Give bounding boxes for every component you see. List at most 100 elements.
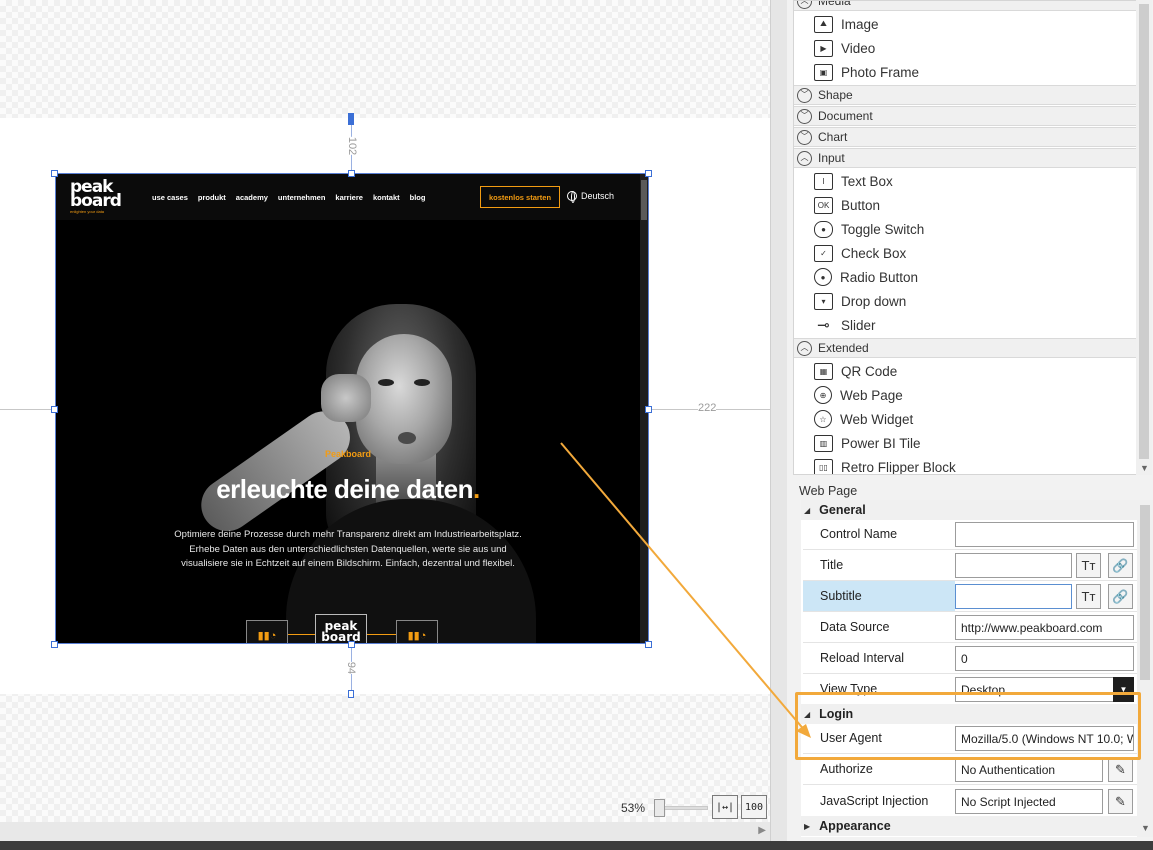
row-authorize: Authorize No Authentication ✎	[803, 754, 1137, 785]
toolbox-item-web-widget[interactable]: ☆ Web Widget	[814, 407, 913, 431]
reload-interval-input[interactable]: 0	[955, 646, 1134, 671]
resize-handle-n[interactable]	[348, 170, 355, 177]
resize-handle-se[interactable]	[645, 641, 652, 648]
category-input[interactable]: ︿ Input	[794, 148, 1136, 168]
image-icon: ⛰	[814, 15, 833, 33]
zoom-100-button[interactable]: 100	[741, 795, 767, 819]
collapse-triangle-icon: ◢	[804, 505, 811, 515]
nav-link-blog[interactable]: blog	[410, 193, 426, 202]
canvas-horizontal-scrollbar[interactable]: ▶	[0, 822, 770, 841]
properties-scrollbar[interactable]: ▼	[1137, 500, 1153, 837]
toolbox-item-button[interactable]: OK Button	[814, 193, 880, 217]
status-bar	[0, 841, 1153, 850]
toolbox-item-power-bi-tile[interactable]: ▥ Power BI Tile	[814, 431, 921, 455]
zoom-slider-thumb[interactable]	[654, 799, 665, 817]
properties-scrollbar-thumb[interactable]	[1140, 505, 1150, 680]
user-agent-input[interactable]: Mozilla/5.0 (Windows NT 10.0; Win64; x64…	[955, 726, 1134, 751]
title-input[interactable]	[955, 553, 1072, 578]
toolbox-item-image[interactable]: ⛰ Image	[814, 12, 879, 36]
nav-link-produkt[interactable]: produkt	[198, 193, 226, 202]
resize-handle-s[interactable]	[348, 641, 355, 648]
javascript-injection-input[interactable]: No Script Injected	[955, 789, 1103, 814]
authorize-input[interactable]: No Authentication	[955, 757, 1103, 782]
toolbox-item-radio-button[interactable]: ● Radio Button	[814, 265, 918, 289]
video-icon: ▶	[814, 39, 833, 57]
category-media[interactable]: ︿ Media	[794, 1, 1136, 11]
section-general[interactable]: ◢ General	[801, 500, 1137, 520]
cta-button[interactable]: kostenlos starten	[480, 186, 560, 208]
bottom-distance-label: 94	[345, 661, 358, 675]
web-page-control[interactable]: peak board enlighten your data use cases…	[55, 173, 649, 644]
link-icon[interactable]: 🔗	[1108, 584, 1133, 609]
chevron-down-icon: ﹀	[797, 87, 812, 103]
row-reload-interval: Reload Interval 0	[803, 643, 1137, 674]
chevron-down-icon: ﹀	[797, 129, 812, 145]
section-appearance[interactable]: ▶ Appearance	[801, 816, 1137, 836]
dropdown-arrow-icon[interactable]: ▼	[1113, 677, 1134, 702]
scroll-down-arrow-icon[interactable]: ▼	[1141, 823, 1150, 833]
designer-canvas[interactable]: 102 222 94 peak board enlighten your dat…	[0, 0, 770, 850]
toggle-switch-icon: ●	[814, 220, 833, 238]
row-user-agent: User Agent Mozilla/5.0 (Windows NT 10.0;…	[803, 723, 1137, 754]
site-logo[interactable]: peak board	[70, 179, 122, 210]
panel-splitter[interactable]	[770, 0, 787, 841]
right-panel: ︿ Media ⛰ Image ▶ Video ▣ Photo Frame ﹀ Shape…	[787, 0, 1153, 841]
section-login[interactable]: ◢ Login	[801, 704, 1137, 724]
toolbox-item-toggle-switch[interactable]: ● Toggle Switch	[814, 217, 924, 241]
anchor-bottom[interactable]	[348, 690, 354, 698]
anchor-top[interactable]	[348, 113, 354, 125]
text-format-icon[interactable]: Tт	[1076, 553, 1101, 578]
toolbox-scrollbar[interactable]: ▼	[1136, 0, 1152, 475]
photo-frame-icon: ▣	[814, 63, 833, 81]
language-selector[interactable]: Deutsch	[567, 191, 614, 203]
control-name-input[interactable]	[955, 522, 1134, 547]
text-box-icon: I	[814, 172, 833, 190]
row-javascript-injection: JavaScript Injection No Script Injected …	[803, 786, 1137, 817]
qr-code-icon: ▦	[814, 362, 833, 380]
text-format-icon[interactable]: Tт	[1076, 584, 1101, 609]
toolbox-item-video[interactable]: ▶ Video	[814, 36, 875, 60]
edit-pencil-icon[interactable]: ✎	[1108, 789, 1133, 814]
zoom-percentage: 53%	[621, 801, 646, 815]
data-source-input[interactable]: http://www.peakboard.com	[955, 615, 1134, 640]
category-document[interactable]: ﹀ Document	[794, 106, 1136, 126]
link-icon[interactable]: 🔗	[1108, 553, 1133, 578]
resize-handle-sw[interactable]	[51, 641, 58, 648]
resize-handle-e[interactable]	[645, 406, 652, 413]
check-box-icon: ✓	[814, 244, 833, 262]
toolbox-item-web-page[interactable]: ⊕ Web Page	[814, 383, 903, 407]
toolbox-item-drop-down[interactable]: ▾ Drop down	[814, 289, 906, 313]
view-type-select[interactable]: Desktop	[955, 677, 1134, 702]
drop-down-icon: ▾	[814, 292, 833, 310]
resize-handle-w[interactable]	[51, 406, 58, 413]
resize-handle-ne[interactable]	[645, 170, 652, 177]
fit-width-button[interactable]: |↔|	[712, 795, 738, 819]
toolbox-item-slider[interactable]: ⊸ Slider	[814, 313, 876, 337]
category-shape[interactable]: ﹀ Shape	[794, 85, 1136, 105]
nav-link-academy[interactable]: academy	[236, 193, 268, 202]
toolbox-item-text-box[interactable]: I Text Box	[814, 169, 893, 193]
site-scrollbar-thumb[interactable]	[641, 180, 647, 220]
toolbox-item-qr-code[interactable]: ▦ QR Code	[814, 359, 897, 383]
collapse-triangle-icon: ◢	[804, 709, 811, 719]
subtitle-input[interactable]	[955, 584, 1072, 609]
portrait-eye	[414, 379, 430, 386]
chevron-up-icon: ︿	[797, 340, 812, 356]
toolbox-item-photo-frame[interactable]: ▣ Photo Frame	[814, 60, 919, 84]
toolbox-item-retro-flipper-block[interactable]: ▯▯ Retro Flipper Block	[814, 455, 956, 474]
edit-pencil-icon[interactable]: ✎	[1108, 757, 1133, 782]
scroll-down-arrow-icon[interactable]: ▼	[1140, 463, 1149, 473]
toolbox-scrollbar-thumb[interactable]	[1139, 4, 1149, 459]
category-extended[interactable]: ︿ Extended	[794, 338, 1136, 358]
resize-handle-nw[interactable]	[51, 170, 58, 177]
nav-link-use-cases[interactable]: use cases	[152, 193, 188, 202]
toolbox-item-check-box[interactable]: ✓ Check Box	[814, 241, 906, 265]
row-control-name: Control Name	[803, 519, 1137, 550]
nav-link-kontakt[interactable]: kontakt	[373, 193, 400, 202]
row-data-source: Data Source http://www.peakboard.com	[803, 612, 1137, 643]
nav-link-karriere[interactable]: karriere	[335, 193, 363, 202]
nav-link-unternehmen[interactable]: unternehmen	[278, 193, 326, 202]
category-chart[interactable]: ﹀ Chart	[794, 127, 1136, 147]
scroll-right-arrow-icon[interactable]: ▶	[758, 825, 766, 836]
button-icon: OK	[814, 196, 833, 214]
